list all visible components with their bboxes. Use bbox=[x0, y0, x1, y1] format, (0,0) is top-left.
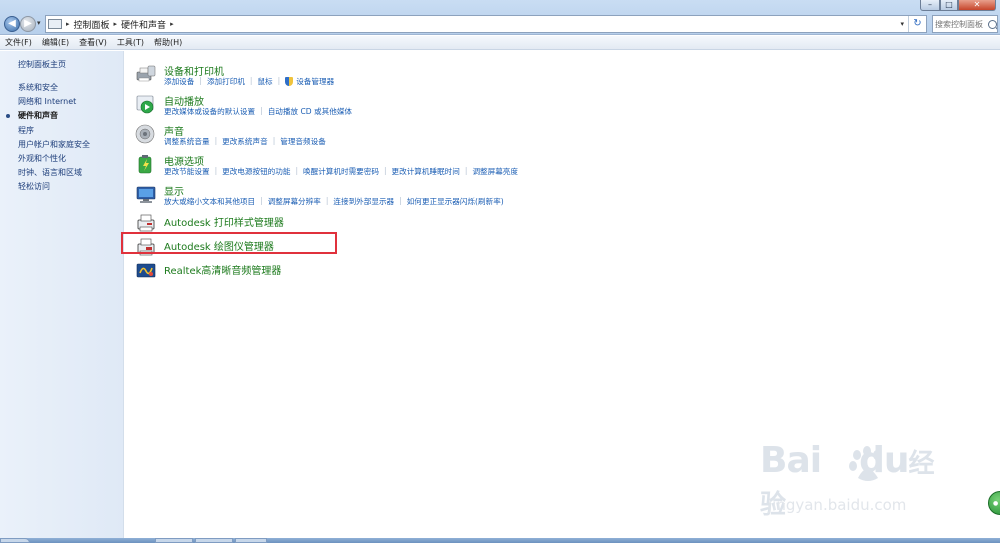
link-mouse[interactable]: 鼠标 bbox=[257, 76, 272, 87]
shield-icon bbox=[285, 77, 294, 86]
autoplay-icon[interactable] bbox=[135, 93, 157, 115]
chevron-right-icon[interactable]: ▸ bbox=[114, 20, 118, 28]
divider: | bbox=[214, 166, 218, 175]
group-links: 调整系统音量 | 更改系统声音 | 管理音频设备 bbox=[164, 136, 326, 147]
link-wake-password[interactable]: 唤醒计算机时需要密码 bbox=[303, 166, 379, 177]
sidebar-item-ease-of-access[interactable]: 轻松访问 bbox=[18, 180, 90, 194]
divider: | bbox=[399, 196, 402, 205]
watermark-url: jingyan.baidu.com bbox=[768, 496, 907, 514]
autodesk-printer-icon[interactable] bbox=[135, 211, 157, 233]
baidu-watermark: Bai du经验 jingyan.baidu.com bbox=[760, 440, 950, 520]
menu-tools[interactable]: 工具(T) bbox=[112, 36, 149, 50]
divider: | bbox=[214, 136, 218, 145]
group-links: 更改媒体或设备的默认设置 | 自动播放 CD 或其他媒体 bbox=[164, 106, 352, 117]
search-input[interactable] bbox=[933, 17, 987, 31]
group-links: 放大或缩小文本和其他项目 | 调整屏幕分辨率 | 连接到外部显示器 | 如何更正显示器… bbox=[164, 196, 504, 207]
link-refresh-rate[interactable]: 如何更正显示器闪烁(刷新率) bbox=[407, 196, 504, 207]
link-autoplay-cd[interactable]: 自动播放 CD 或其他媒体 bbox=[268, 106, 352, 117]
divider: | bbox=[277, 76, 281, 85]
address-dropdown-icon[interactable]: ▾ bbox=[896, 20, 908, 28]
taskbar-item[interactable] bbox=[155, 538, 193, 543]
refresh-icon[interactable]: ↻ bbox=[908, 16, 926, 32]
chevron-right-icon[interactable]: ▸ bbox=[66, 20, 70, 28]
sidebar-category-list: 系统和安全 网络和 Internet 硬件和声音 程序 用户帐户和家庭安全 外观… bbox=[6, 81, 90, 195]
menu-edit[interactable]: 编辑(E) bbox=[37, 36, 74, 50]
taskbar bbox=[0, 538, 1000, 543]
speaker-icon[interactable] bbox=[135, 123, 157, 145]
minimize-button[interactable]: – bbox=[920, 0, 940, 11]
link-add-device[interactable]: 添加设备 bbox=[164, 76, 194, 87]
sidebar-item-appearance[interactable]: 外观和个性化 bbox=[18, 152, 90, 166]
sidebar-home-link[interactable]: 控制面板主页 bbox=[18, 59, 66, 70]
chevron-right-icon[interactable]: ▸ bbox=[170, 20, 174, 28]
sidebar: 控制面板主页 系统和安全 网络和 Internet 硬件和声音 程序 用户帐户和… bbox=[0, 51, 124, 543]
sidebar-item-user-accounts[interactable]: 用户帐户和家庭安全 bbox=[18, 138, 90, 152]
group-links: 更改节能设置 | 更改电源按钮的功能 | 唤醒计算机时需要密码 | 更改计算机睡眠时间… bbox=[164, 166, 518, 177]
monitor-icon[interactable] bbox=[135, 183, 157, 205]
paw-icon bbox=[849, 446, 881, 481]
back-button[interactable]: ◀ bbox=[4, 16, 20, 32]
printer-icon[interactable] bbox=[135, 63, 157, 85]
realtek-icon[interactable] bbox=[135, 259, 157, 281]
breadcrumb: ▸ 控制面板 ▸ 硬件和声音 ▸ bbox=[62, 18, 178, 31]
link-device-manager[interactable]: 设备管理器 bbox=[285, 76, 334, 87]
divider: | bbox=[260, 196, 263, 205]
divider: | bbox=[325, 196, 329, 205]
taskbar-item[interactable] bbox=[235, 538, 267, 543]
breadcrumb-hardware-sound[interactable]: 硬件和声音 bbox=[121, 18, 166, 31]
divider: | bbox=[260, 106, 263, 115]
sidebar-item-network[interactable]: 网络和 Internet bbox=[18, 95, 90, 109]
link-change-media-defaults[interactable]: 更改媒体或设备的默认设置 bbox=[164, 106, 255, 117]
close-button[interactable]: ✕ bbox=[958, 0, 996, 11]
divider: | bbox=[295, 166, 299, 175]
sidebar-item-clock-region[interactable]: 时钟、语言和区域 bbox=[18, 166, 90, 180]
watermark-logo-text: Bai bbox=[760, 440, 822, 481]
menu-file[interactable]: 文件(F) bbox=[0, 36, 37, 50]
divider: | bbox=[199, 76, 202, 85]
menu-view[interactable]: 查看(V) bbox=[74, 36, 112, 50]
breadcrumb-control-panel[interactable]: 控制面板 bbox=[74, 18, 110, 31]
link-manage-audio[interactable]: 管理音频设备 bbox=[280, 136, 326, 147]
sidebar-item-hardware-sound[interactable]: 硬件和声音 bbox=[6, 109, 90, 123]
divider: | bbox=[383, 166, 387, 175]
forward-button[interactable]: ▶ bbox=[20, 16, 36, 32]
maximize-button[interactable]: □ bbox=[940, 0, 958, 11]
link-power-saving[interactable]: 更改节能设置 bbox=[164, 166, 210, 177]
window-controls: – □ ✕ bbox=[920, 0, 996, 11]
link-brightness[interactable]: 调整屏幕亮度 bbox=[472, 166, 518, 177]
divider: | bbox=[249, 76, 253, 85]
divider: | bbox=[272, 136, 276, 145]
taskbar-item[interactable] bbox=[195, 538, 233, 543]
highlight-annotation bbox=[121, 232, 337, 254]
search-icon[interactable] bbox=[988, 19, 997, 29]
control-panel-icon bbox=[48, 19, 62, 29]
item-title[interactable]: Autodesk 打印样式管理器 bbox=[164, 214, 284, 229]
sidebar-item-system-security[interactable]: 系统和安全 bbox=[18, 81, 90, 95]
link-device-manager-label: 设备管理器 bbox=[296, 77, 335, 86]
link-resolution[interactable]: 调整屏幕分辨率 bbox=[268, 196, 321, 207]
title-bar: – □ ✕ ◀ ▶ ▾ ▸ 控制面板 ▸ 硬件和声音 ▸ ▾ ↻ bbox=[0, 0, 1000, 35]
link-change-sounds[interactable]: 更改系统声音 bbox=[222, 136, 268, 147]
recent-pages-dropdown[interactable]: ▾ bbox=[37, 19, 41, 27]
link-add-printer[interactable]: 添加打印机 bbox=[207, 76, 245, 87]
link-power-button[interactable]: 更改电源按钮的功能 bbox=[222, 166, 290, 177]
battery-icon[interactable] bbox=[135, 153, 157, 175]
item-title[interactable]: Realtek高清晰音频管理器 bbox=[164, 262, 281, 277]
link-external-display[interactable]: 连接到外部显示器 bbox=[333, 196, 394, 207]
sidebar-item-programs[interactable]: 程序 bbox=[18, 124, 90, 138]
group-links: 添加设备 | 添加打印机 | 鼠标 | 设备管理器 bbox=[164, 76, 334, 87]
link-adjust-volume[interactable]: 调整系统音量 bbox=[164, 136, 210, 147]
search-box[interactable] bbox=[932, 15, 998, 33]
divider: | bbox=[464, 166, 468, 175]
menu-bar: 文件(F) 编辑(E) 查看(V) 工具(T) 帮助(H) bbox=[0, 36, 1000, 50]
address-bar[interactable]: ▸ 控制面板 ▸ 硬件和声音 ▸ ▾ ↻ bbox=[45, 15, 927, 33]
menu-help[interactable]: 帮助(H) bbox=[149, 36, 187, 50]
start-button[interactable] bbox=[0, 538, 30, 543]
link-text-size[interactable]: 放大或缩小文本和其他项目 bbox=[164, 196, 255, 207]
link-sleep-time[interactable]: 更改计算机睡眠时间 bbox=[392, 166, 460, 177]
